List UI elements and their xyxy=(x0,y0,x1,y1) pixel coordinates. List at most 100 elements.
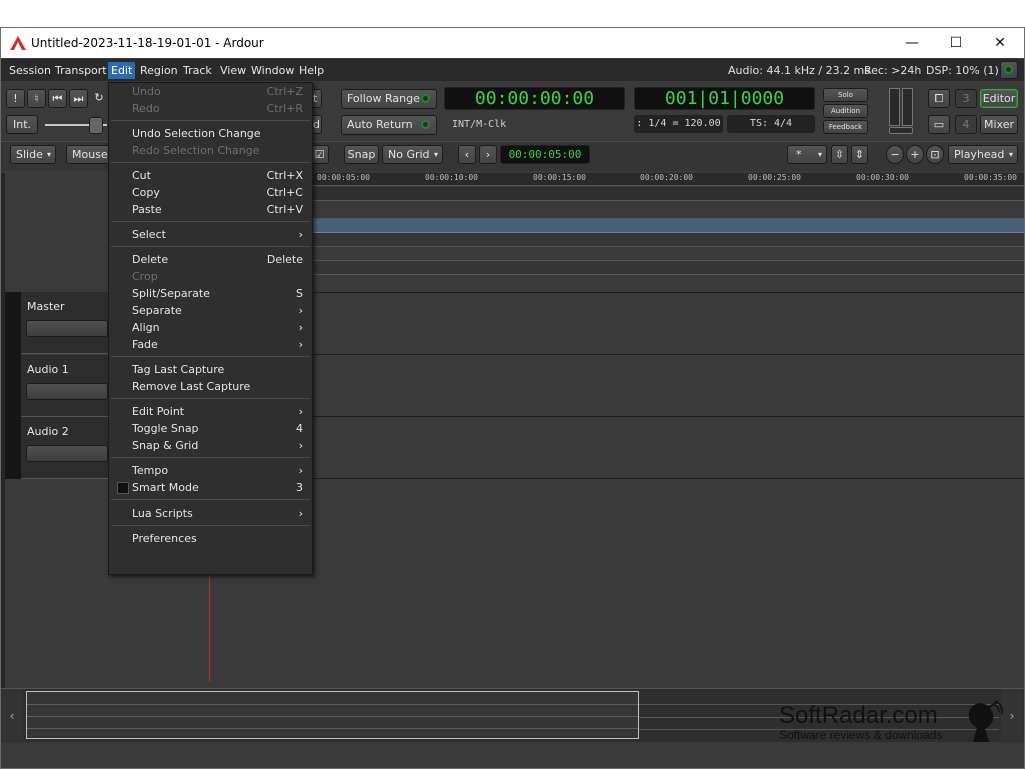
zoom-session-button[interactable]: ⊡ xyxy=(926,145,944,164)
meter-right xyxy=(902,88,913,126)
zoom-in-button[interactable]: + xyxy=(906,145,924,164)
menu-item-fade[interactable]: Fade › xyxy=(109,336,312,353)
audition-indicator-button[interactable]: Audition xyxy=(823,104,868,118)
track-header-audio-1[interactable]: Audio 1 xyxy=(21,355,111,417)
arrangement-lane[interactable] xyxy=(312,261,1024,275)
nudge-clock[interactable]: 00:00:05:00 xyxy=(500,145,590,164)
smart-mode-checkbox[interactable] xyxy=(117,482,129,494)
goto-start-button[interactable]: ⏮ xyxy=(48,89,67,108)
follow-range-button[interactable]: Follow Range xyxy=(341,89,437,109)
menu-item-remove-last-capture[interactable]: Remove Last Capture xyxy=(109,378,312,395)
shrink-tracks-button[interactable]: ⇳ xyxy=(831,145,848,164)
menu-help[interactable]: Help xyxy=(296,62,327,79)
track-header-audio-2[interactable]: Audio 2 xyxy=(21,417,111,479)
menu-session[interactable]: Session xyxy=(6,62,54,79)
menu-item-snap-grid[interactable]: Snap & Grid › xyxy=(109,437,312,454)
zoom-focus-dropdown[interactable]: Playhead ▾ xyxy=(948,145,1018,164)
primary-clock[interactable]: 00:00:00:00 xyxy=(444,87,625,110)
menu-item-preferences[interactable]: Preferences xyxy=(109,530,312,547)
menu-item-edit-point[interactable]: Edit Point › xyxy=(109,403,312,420)
menu-item-undo[interactable]: Undo Ctrl+Z xyxy=(109,83,312,100)
edit-mode-dropdown[interactable]: Slide ▾ xyxy=(10,145,56,164)
cue-marker-lane[interactable] xyxy=(312,247,1024,261)
mixer-button[interactable]: Mixer xyxy=(980,115,1018,134)
submenu-arrow-icon: › xyxy=(298,304,303,317)
track-fader[interactable] xyxy=(26,445,108,462)
menu-item-separate[interactable]: Separate › xyxy=(109,302,312,319)
tempo-display[interactable]: : 1/4 = 120.00 xyxy=(634,115,723,133)
watermark-brand: SoftRadar.com xyxy=(779,702,938,729)
menu-item-split-separate[interactable]: Split/Separate S xyxy=(109,285,312,302)
track-fader[interactable] xyxy=(26,383,108,400)
summary-scroll-left[interactable]: ‹ xyxy=(1,689,23,743)
timeline-ruler[interactable]: 00:00:05:00 00:00:10:00 00:00:15:00 00:0… xyxy=(312,173,1024,186)
menu-item-delete[interactable]: Delete Delete xyxy=(109,251,312,268)
menu-item-smart-mode[interactable]: Smart Mode 3 xyxy=(109,479,312,496)
expand-tracks-button[interactable]: ⇕ xyxy=(851,145,868,164)
menu-region[interactable]: Region xyxy=(137,62,181,79)
menu-item-redo-selection-change[interactable]: Redo Selection Change xyxy=(109,142,312,159)
maximize-button[interactable]: ☐ xyxy=(933,31,979,55)
menu-item-toggle-snap[interactable]: Toggle Snap 4 xyxy=(109,420,312,437)
range-lane[interactable] xyxy=(312,201,1024,219)
shuttle-slider-knob[interactable] xyxy=(89,117,103,134)
menu-item-tag-last-capture[interactable]: Tag Last Capture xyxy=(109,361,312,378)
crop-button[interactable]: ⧠ xyxy=(928,89,950,108)
menu-separator xyxy=(111,162,310,163)
secondary-clock[interactable]: 001|01|0000 xyxy=(634,87,815,110)
menu-item-align[interactable]: Align › xyxy=(109,319,312,336)
menu-item-crop[interactable]: Crop xyxy=(109,268,312,285)
track-fader[interactable] xyxy=(26,320,108,337)
menu-edit[interactable]: Edit xyxy=(108,62,136,79)
int-sync-button[interactable]: Int. xyxy=(6,115,38,134)
rec-mode-button[interactable]: ▭ xyxy=(928,115,950,134)
ardour-window: Untitled-2023-11-18-19-01-01 - Ardour — … xyxy=(0,27,1025,769)
menu-window[interactable]: Window xyxy=(248,62,297,79)
submenu-arrow-icon: › xyxy=(298,439,303,452)
chevron-left-icon: ‹ xyxy=(9,709,15,723)
feedback-indicator-button[interactable]: Feedback xyxy=(823,120,868,134)
editor-num-button[interactable]: 3 xyxy=(955,89,977,108)
menu-item-copy[interactable]: Copy Ctrl+C xyxy=(109,184,312,201)
menu-item-select[interactable]: Select › xyxy=(109,226,312,243)
cd-marker-lane[interactable] xyxy=(312,233,1024,247)
menu-item-redo[interactable]: Redo Ctrl+R xyxy=(109,100,312,117)
nudge-forward-button[interactable]: › xyxy=(479,145,497,164)
partial-button-t[interactable]: t xyxy=(313,89,322,108)
summary-scroll-right[interactable]: › xyxy=(1001,689,1023,743)
minimize-button[interactable]: — xyxy=(889,31,935,55)
dsp-indicator-button[interactable] xyxy=(1000,61,1018,79)
summary-viewport[interactable] xyxy=(26,691,639,739)
menu-item-lua-scripts[interactable]: Lua Scripts › xyxy=(109,505,312,522)
menu-view[interactable]: View xyxy=(217,62,249,79)
close-button[interactable]: ✕ xyxy=(977,31,1023,55)
zoom-fit-icon: ☑ xyxy=(314,148,325,161)
menu-item-undo-selection-change[interactable]: Undo Selection Change xyxy=(109,125,312,142)
track-header-master[interactable]: Master xyxy=(21,292,111,354)
mixer-num-button[interactable]: 4 xyxy=(955,115,977,134)
goto-end-button[interactable]: ⏭ xyxy=(69,89,88,108)
grid-type-dropdown[interactable]: No Grid ▾ xyxy=(382,145,443,164)
snap-button[interactable]: Snap xyxy=(344,145,379,164)
ripple-mode-dropdown[interactable]: Mouse xyxy=(66,145,110,164)
menu-track[interactable]: Track xyxy=(180,62,215,79)
menu-item-tempo[interactable]: Tempo › xyxy=(109,462,312,479)
nudge-back-button[interactable]: ‹ xyxy=(458,145,476,164)
menu-transport[interactable]: Transport xyxy=(52,62,110,79)
menu-item-cut[interactable]: Cut Ctrl+X xyxy=(109,167,312,184)
metronome-button[interactable]: ♮ xyxy=(27,89,46,108)
partial-button-d[interactable]: d xyxy=(313,115,322,134)
ardour-logo-icon xyxy=(10,36,26,50)
marker-lane[interactable] xyxy=(312,187,1024,201)
editor-button[interactable]: Editor xyxy=(980,89,1018,108)
solo-indicator-button[interactable]: Solo xyxy=(823,88,868,102)
menu-item-paste[interactable]: Paste Ctrl+V xyxy=(109,201,312,218)
zoom-out-button[interactable]: − xyxy=(886,145,904,164)
visible-tracks-dropdown[interactable]: * ▾ xyxy=(787,145,827,164)
loop-punch-lane[interactable] xyxy=(312,219,1024,233)
auto-return-button[interactable]: Auto Return xyxy=(341,115,437,135)
panic-button[interactable]: ! xyxy=(6,89,25,108)
exclamation-icon: ! xyxy=(13,92,18,105)
time-signature-display[interactable]: TS: 4/4 xyxy=(727,115,815,133)
loop-button[interactable]: ↻ xyxy=(90,89,108,108)
